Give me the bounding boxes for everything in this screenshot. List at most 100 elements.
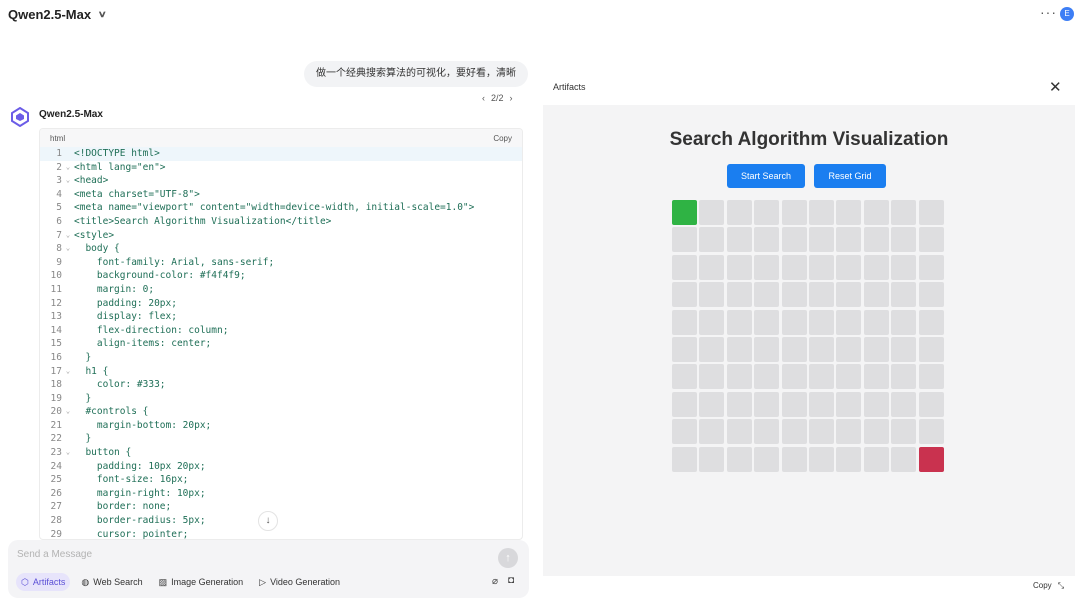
grid-cell[interactable] [754, 419, 780, 445]
grid-cell[interactable] [699, 364, 725, 390]
reset-grid-button[interactable]: Reset Grid [814, 164, 886, 188]
grid-cell[interactable] [726, 419, 752, 445]
grid-cell[interactable] [781, 364, 807, 390]
fold-toggle-icon[interactable]: ⌄ [62, 229, 74, 243]
grid-cell[interactable] [781, 446, 807, 472]
grid-cell[interactable] [918, 336, 944, 362]
grid-cell[interactable] [918, 391, 944, 417]
grid-cell[interactable] [726, 309, 752, 335]
grid-cell[interactable] [754, 364, 780, 390]
grid-cell[interactable] [836, 309, 862, 335]
grid-cell[interactable] [781, 227, 807, 253]
next-response-icon[interactable]: › [510, 93, 513, 103]
close-icon[interactable]: ✕ [1049, 78, 1062, 96]
grid-cell[interactable] [918, 282, 944, 308]
grid-cell[interactable] [808, 200, 834, 225]
grid-cell[interactable] [699, 254, 725, 280]
fold-toggle-icon[interactable]: ⌄ [62, 446, 74, 460]
more-options-icon[interactable]: ··· [1040, 4, 1057, 20]
grid-cell[interactable] [918, 364, 944, 390]
grid-cell[interactable] [891, 419, 917, 445]
grid-cell[interactable] [672, 227, 697, 253]
grid-cell[interactable] [863, 254, 889, 280]
grid-cell[interactable] [781, 336, 807, 362]
grid-cell[interactable] [808, 446, 834, 472]
grid-cell[interactable] [754, 282, 780, 308]
grid-cell[interactable] [863, 336, 889, 362]
grid-cell[interactable] [726, 336, 752, 362]
grid-cell[interactable] [672, 446, 697, 472]
grid-cell[interactable] [863, 446, 889, 472]
grid-cell[interactable] [836, 419, 862, 445]
grid-cell[interactable] [699, 391, 725, 417]
grid-cell[interactable] [918, 227, 944, 253]
previous-response-icon[interactable]: ‹ [482, 93, 485, 103]
copy-artifact-button[interactable]: Copy [1033, 581, 1052, 591]
grid-cell[interactable] [918, 309, 944, 335]
grid-cell[interactable] [781, 200, 807, 225]
grid-cell[interactable] [781, 391, 807, 417]
start-search-button[interactable]: Start Search [727, 164, 805, 188]
grid-cell[interactable] [891, 254, 917, 280]
grid-cell[interactable] [672, 336, 697, 362]
grid-cell[interactable] [754, 227, 780, 253]
grid-cell[interactable] [891, 282, 917, 308]
grid-cell[interactable] [699, 419, 725, 445]
grid-cell[interactable] [836, 364, 862, 390]
grid-cell[interactable] [754, 254, 780, 280]
send-button[interactable]: ↑ [498, 548, 518, 568]
grid-cell[interactable] [836, 254, 862, 280]
grid-cell[interactable] [726, 200, 752, 225]
grid-cell[interactable] [726, 282, 752, 308]
grid-cell[interactable] [808, 419, 834, 445]
grid-cell[interactable] [808, 391, 834, 417]
fold-toggle-icon[interactable]: ⌄ [62, 174, 74, 188]
fold-toggle-icon[interactable]: ⌄ [62, 242, 74, 256]
grid-cell[interactable] [918, 200, 944, 225]
grid-cell[interactable] [672, 419, 697, 445]
grid-cell[interactable] [808, 227, 834, 253]
grid-cell[interactable] [808, 254, 834, 280]
scroll-down-button[interactable]: ↓ [258, 511, 278, 531]
grid-cell-start[interactable] [672, 200, 697, 225]
grid-cell[interactable] [836, 227, 862, 253]
fold-toggle-icon[interactable]: ⌄ [62, 161, 74, 175]
grid-cell[interactable] [863, 227, 889, 253]
tool-artifacts[interactable]: ⬡ Artifacts [16, 573, 71, 591]
grid-cell[interactable] [863, 364, 889, 390]
grid-cell[interactable] [891, 391, 917, 417]
grid-cell[interactable] [754, 336, 780, 362]
grid-cell[interactable] [726, 446, 752, 472]
message-input[interactable]: Send a Message [17, 549, 92, 560]
grid-cell[interactable] [863, 282, 889, 308]
grid-cell[interactable] [891, 309, 917, 335]
tool-image-generation[interactable]: ▨ Image Generation [154, 573, 249, 591]
grid-cell[interactable] [863, 309, 889, 335]
grid-cell[interactable] [699, 200, 725, 225]
attach-icon[interactable]: ⌀ [492, 576, 498, 587]
grid-cell[interactable] [891, 364, 917, 390]
code-lines[interactable]: 1 <!DOCTYPE html> 2 ⌄ <html lang="en"> 3 ⌄ <hea… [40, 147, 522, 539]
tool-web-search[interactable]: ◍ Web Search [76, 573, 147, 591]
grid-cell[interactable] [863, 391, 889, 417]
grid-cell[interactable] [808, 364, 834, 390]
camera-icon[interactable]: ◘ [508, 575, 514, 586]
grid-cell[interactable] [891, 227, 917, 253]
grid-cell[interactable] [726, 364, 752, 390]
grid-cell[interactable] [699, 309, 725, 335]
grid-cell[interactable] [672, 364, 697, 390]
grid-cell[interactable] [726, 391, 752, 417]
grid-cell[interactable] [863, 419, 889, 445]
grid-cell[interactable] [781, 419, 807, 445]
grid-cell[interactable] [754, 200, 780, 225]
expand-icon[interactable]: ⤡ [1058, 581, 1064, 591]
grid-cell[interactable] [808, 309, 834, 335]
copy-code-button[interactable]: Copy [493, 134, 512, 143]
grid-cell[interactable] [918, 419, 944, 445]
grid-cell[interactable] [754, 446, 780, 472]
grid-cell[interactable] [781, 282, 807, 308]
grid-cell[interactable] [918, 254, 944, 280]
grid-cell[interactable] [754, 309, 780, 335]
grid-cell[interactable] [699, 227, 725, 253]
grid-cell[interactable] [726, 227, 752, 253]
